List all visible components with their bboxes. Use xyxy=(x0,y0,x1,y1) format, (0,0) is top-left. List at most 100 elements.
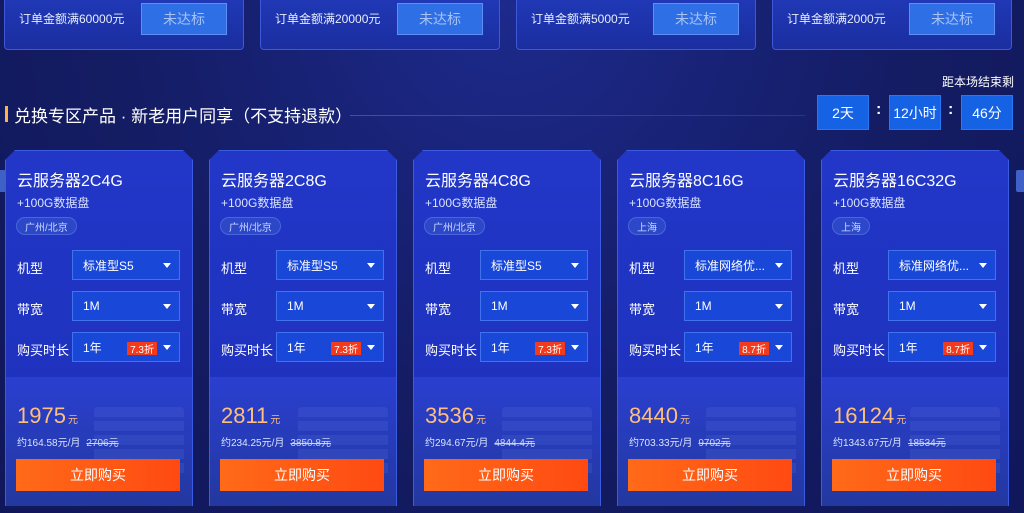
model-select-value: 标准型S5 xyxy=(287,258,338,273)
tier-status-button[interactable]: 未达标 xyxy=(141,2,227,35)
price-unit: 元 xyxy=(475,415,486,426)
product-price: 2811 元 xyxy=(221,403,280,429)
model-label: 机型 xyxy=(425,261,452,276)
chevron-down-icon xyxy=(163,345,171,350)
monthly-price: 约703.33元/月 9702元 xyxy=(629,434,731,449)
region-badge: 广州/北京 xyxy=(424,217,485,235)
model-select[interactable]: 标准型S5 xyxy=(480,250,588,280)
model-select[interactable]: 标准型S5 xyxy=(276,250,384,280)
section-title-text: 兑换专区产品 · 新老用户同享（不支持退款） xyxy=(14,106,353,126)
discount-badge: 7.3折 xyxy=(127,342,157,356)
original-price: 3850.8元 xyxy=(290,438,331,449)
buy-now-button[interactable]: 立即购买 xyxy=(16,459,180,491)
bandwidth-select-value: 1M xyxy=(899,299,916,313)
duration-select[interactable]: 1年 7.3折 xyxy=(480,332,588,362)
chevron-down-icon xyxy=(571,263,579,268)
region-badge: 广州/北京 xyxy=(16,217,77,235)
original-price: 18534元 xyxy=(907,438,946,449)
duration-label: 购买时长 xyxy=(425,343,478,358)
model-select-value: 标准型S5 xyxy=(491,258,542,273)
original-price: 2706元 xyxy=(86,438,119,449)
model-label: 机型 xyxy=(221,261,248,276)
bandwidth-label: 带宽 xyxy=(17,302,44,317)
duration-select[interactable]: 1年 8.7折 xyxy=(888,332,996,362)
bandwidth-select[interactable]: 1M xyxy=(276,291,384,321)
product-disk: +100G数据盘 xyxy=(221,196,294,210)
monthly-value: 约703.33元/月 xyxy=(629,438,693,449)
bandwidth-select[interactable]: 1M xyxy=(888,291,996,321)
tier-status-button[interactable]: 未达标 xyxy=(909,2,995,35)
chevron-down-icon xyxy=(979,304,987,309)
model-select-value: 标准网络优... xyxy=(695,258,766,273)
tier-card-5000: 订单金额满5000元 未达标 xyxy=(516,0,756,50)
duration-label: 购买时长 xyxy=(221,343,274,358)
product-name: 云服务器16C32G xyxy=(833,173,957,190)
tier-card-20000: 订单金额满20000元 未达标 xyxy=(260,0,500,50)
product-name: 云服务器4C8G xyxy=(425,173,531,190)
model-select-value: 标准网络优... xyxy=(899,258,970,273)
countdown-days: 2天 xyxy=(817,95,869,130)
chevron-down-icon xyxy=(367,345,375,350)
discount-badge: 7.3折 xyxy=(331,342,361,356)
original-price: 4844.4元 xyxy=(494,438,535,449)
section-divider xyxy=(350,115,805,116)
duration-select-value: 1年 xyxy=(491,340,510,355)
model-select[interactable]: 标准网络优... xyxy=(684,250,792,280)
product-price: 1975 元 xyxy=(17,403,78,429)
duration-label: 购买时长 xyxy=(629,343,682,358)
chevron-down-icon xyxy=(775,345,783,350)
model-select[interactable]: 标准型S5 xyxy=(72,250,180,280)
countdown-label: 距本场结束剩 xyxy=(941,75,1014,89)
bandwidth-select[interactable]: 1M xyxy=(480,291,588,321)
bandwidth-select[interactable]: 1M xyxy=(684,291,792,321)
monthly-value: 约294.67元/月 xyxy=(425,438,489,449)
buy-now-button[interactable]: 立即购买 xyxy=(220,459,384,491)
model-label: 机型 xyxy=(833,261,860,276)
product-card: 云服务器2C8G +100G数据盘 广州/北京 机型 标准型S5 带宽 1M 购… xyxy=(209,150,397,506)
price-value: 3536 xyxy=(425,403,474,428)
discount-badge: 7.3折 xyxy=(535,342,565,356)
section-title: 兑换专区产品 · 新老用户同享（不支持退款） xyxy=(5,102,352,126)
duration-select[interactable]: 1年 7.3折 xyxy=(276,332,384,362)
chevron-down-icon xyxy=(979,345,987,350)
monthly-value: 约1343.67元/月 xyxy=(833,438,902,449)
tier-status-button[interactable]: 未达标 xyxy=(397,2,483,35)
original-price: 9702元 xyxy=(698,438,731,449)
product-disk: +100G数据盘 xyxy=(425,196,498,210)
bandwidth-select[interactable]: 1M xyxy=(72,291,180,321)
region-badge: 广州/北京 xyxy=(220,217,281,235)
price-unit: 元 xyxy=(270,415,281,426)
duration-select[interactable]: 1年 8.7折 xyxy=(684,332,792,362)
region-badge: 上海 xyxy=(628,217,666,235)
price-unit: 元 xyxy=(67,415,78,426)
buy-now-button[interactable]: 立即购买 xyxy=(424,459,588,491)
tier-text: 订单金额满5000元 xyxy=(531,12,630,26)
product-card: 云服务器4C8G +100G数据盘 广州/北京 机型 标准型S5 带宽 1M 购… xyxy=(413,150,601,506)
model-label: 机型 xyxy=(629,261,656,276)
product-name: 云服务器8C16G xyxy=(629,173,744,190)
monthly-value: 约234.25元/月 xyxy=(221,438,285,449)
price-value: 16124 xyxy=(833,403,895,428)
region-badge: 上海 xyxy=(832,217,870,235)
monthly-price: 约1343.67元/月 18534元 xyxy=(833,434,946,449)
product-disk: +100G数据盘 xyxy=(17,196,90,210)
chevron-down-icon xyxy=(367,263,375,268)
duration-select-value: 1年 xyxy=(695,340,714,355)
model-select[interactable]: 标准网络优... xyxy=(888,250,996,280)
buy-now-button[interactable]: 立即购买 xyxy=(628,459,792,491)
bandwidth-select-value: 1M xyxy=(83,299,100,313)
countdown-separator: : xyxy=(876,101,882,118)
chevron-down-icon xyxy=(775,263,783,268)
chevron-down-icon xyxy=(367,304,375,309)
duration-select-value: 1年 xyxy=(287,340,306,355)
tier-status-button[interactable]: 未达标 xyxy=(653,2,739,35)
buy-now-button[interactable]: 立即购买 xyxy=(832,459,996,491)
duration-select[interactable]: 1年 7.3折 xyxy=(72,332,180,362)
chevron-down-icon xyxy=(979,263,987,268)
title-accent-bar xyxy=(5,106,8,122)
product-disk: +100G数据盘 xyxy=(629,196,702,210)
bandwidth-label: 带宽 xyxy=(833,302,860,317)
product-price: 16124 元 xyxy=(833,403,906,429)
product-disk: +100G数据盘 xyxy=(833,196,906,210)
product-name: 云服务器2C8G xyxy=(221,173,327,190)
